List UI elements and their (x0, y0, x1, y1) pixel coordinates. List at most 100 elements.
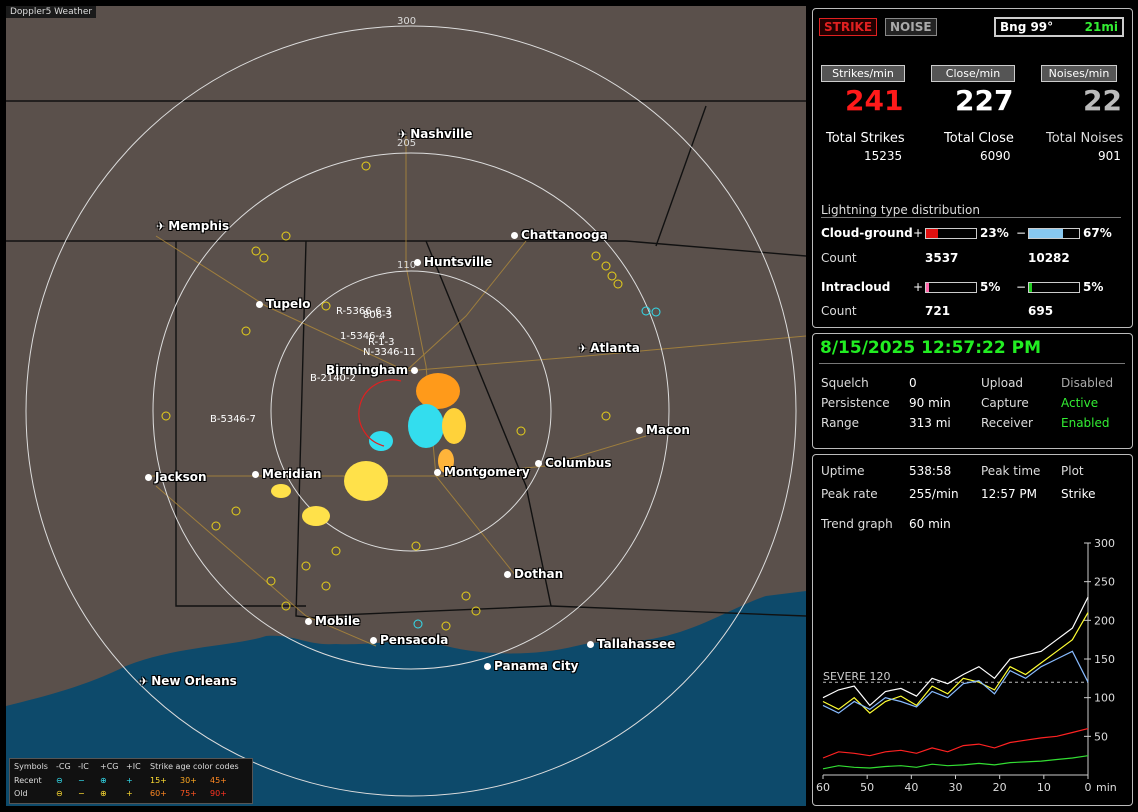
city-dot-icon (636, 427, 643, 434)
x-tick-label: 40 (904, 781, 918, 794)
legend-recent-label: Recent (14, 776, 42, 785)
age-code: 15+ (150, 776, 167, 785)
city-atlanta: ✈ Atlanta (578, 341, 640, 355)
capture-value: Active (1061, 396, 1099, 410)
ic-negative-bar (1028, 282, 1080, 293)
total-close-label: Total Close (944, 131, 1014, 146)
strikes-min-value: 241 (845, 84, 904, 117)
bearing-box: Bng 99° 21mi (994, 17, 1124, 37)
stats-panel: STRIKE NOISE Bng 99° 21mi Strikes/min Cl… (812, 8, 1133, 328)
cg-minus-sign: − (1016, 226, 1027, 240)
ic-count-label: Count (821, 304, 857, 318)
y-tick-label: 200 (1094, 614, 1115, 627)
storm-tag[interactable]: 806-3 (363, 310, 392, 321)
airport-icon: ✈ (578, 342, 588, 355)
city-dot-icon (535, 460, 542, 467)
airport-icon: ✈ (139, 675, 149, 688)
x-tick-label: 10 (1037, 781, 1051, 794)
age-code: 90+ (210, 789, 227, 798)
city-dot-icon (511, 232, 518, 239)
receiver-label: Receiver (981, 416, 1033, 430)
range-label: Range (821, 416, 860, 430)
legend-col: -CG (56, 762, 71, 771)
lightning-map[interactable] (6, 6, 806, 806)
peak-rate-label: Peak rate (821, 487, 878, 501)
city-dot-icon (587, 641, 594, 648)
receiver-value: Enabled (1061, 416, 1110, 430)
ic-positive-bar (925, 282, 977, 293)
storm-tag[interactable]: B-2140-2 (310, 373, 356, 384)
city-dot-icon (504, 571, 511, 578)
minus-cg-icon: ⊖ (56, 776, 63, 785)
total-strikes-label: Total Strikes (826, 131, 905, 146)
noises-min-button[interactable]: Noises/min (1041, 65, 1117, 82)
legend-col: +CG (100, 762, 119, 771)
intracloud-label: Intracloud (821, 280, 891, 294)
cg-negative-bar (1028, 228, 1080, 239)
strike-button[interactable]: STRIKE (819, 18, 878, 36)
strikes-min-button[interactable]: Strikes/min (821, 65, 905, 82)
ic-negative-count: 695 (1028, 304, 1054, 318)
ic-positive-pct: 5% (980, 280, 1001, 294)
city-new-orleans: ✈ New Orleans (139, 674, 237, 688)
cg-negative-fill (1029, 229, 1063, 238)
symbol-legend: Symbols -CG -IC +CG +IC Strike age color code… (9, 758, 253, 804)
bearing-value: Bng 99° (1000, 20, 1054, 34)
city-dot-icon (414, 259, 421, 266)
close-min-value: 227 (955, 84, 1014, 117)
distribution-title: Lightning type distribution (821, 203, 980, 217)
city-montgomery: Montgomery (434, 465, 530, 479)
plus-ic-icon: + (126, 789, 133, 798)
storm-tag[interactable]: N-3346-11 (363, 347, 416, 358)
cg-positive-count: 3537 (925, 251, 959, 265)
city-dot-icon (484, 663, 491, 670)
legend-age-title: Strike age color codes (150, 762, 239, 771)
cloud-ground-label: Cloud-ground (821, 226, 913, 240)
capture-label: Capture (981, 396, 1029, 410)
plus-cg-icon: ⊕ (100, 776, 107, 785)
age-code: 45+ (210, 776, 227, 785)
city-dot-icon (256, 301, 263, 308)
city-dothan: Dothan (504, 567, 563, 581)
storm-tag[interactable]: B-5346-7 (210, 414, 256, 425)
cg-positive-bar (925, 228, 977, 239)
city-tupelo: Tupelo (256, 297, 311, 311)
trend-panel: Uptime 538:58 Peak time Plot Peak rate 2… (812, 454, 1133, 806)
y-tick-label: 100 (1094, 692, 1115, 705)
datetime: 8/15/2025 12:57:22 PM (820, 338, 1041, 358)
status-panel: 8/15/2025 12:57:22 PM Squelch 0 Persiste… (812, 333, 1133, 449)
x-tick-label: 50 (860, 781, 874, 794)
plus-ic-icon: + (126, 776, 133, 785)
upload-value: Disabled (1061, 376, 1114, 390)
city-pensacola: Pensacola (370, 633, 448, 647)
distance-value: 21mi (1084, 20, 1118, 34)
ic-negative-pct: 5% (1083, 280, 1104, 294)
legend-col: -IC (78, 762, 89, 771)
y-tick-label: 300 (1094, 537, 1115, 550)
city-panama-city: Panama City (484, 659, 578, 673)
trend-chart: 5010015020025030060 50 40 30 20 10 0 minSEVERE … (816, 537, 1117, 794)
minus-cg-icon: ⊖ (56, 789, 63, 798)
city-nashville: ✈ Nashville (398, 127, 473, 141)
peak-time-value: 12:57 PM (981, 487, 1037, 501)
plot-value[interactable]: Strike (1061, 487, 1096, 501)
cg-positive-pct: 23% (980, 226, 1009, 240)
city-memphis: ✈ Memphis (156, 219, 230, 233)
noise-button[interactable]: NOISE (885, 18, 937, 36)
city-dot-icon (434, 469, 441, 476)
ic-positive-fill (926, 283, 929, 292)
total-strikes-value: 15235 (864, 149, 903, 163)
age-code: 75+ (180, 789, 197, 798)
close-min-button[interactable]: Close/min (931, 65, 1015, 82)
noises-min-value: 22 (1083, 84, 1122, 117)
city-dot-icon (411, 367, 419, 374)
ic-plus-sign: + (913, 280, 924, 294)
x-tick-label: 20 (993, 781, 1007, 794)
uptime-label: Uptime (821, 464, 865, 478)
squelch-label: Squelch (821, 376, 869, 390)
map-canvas[interactable] (6, 6, 806, 806)
city-macon: Macon (636, 423, 690, 437)
legend-col: +IC (126, 762, 141, 771)
city-tallahassee: Tallahassee (587, 637, 675, 651)
city-chattanooga: Chattanooga (511, 228, 608, 242)
